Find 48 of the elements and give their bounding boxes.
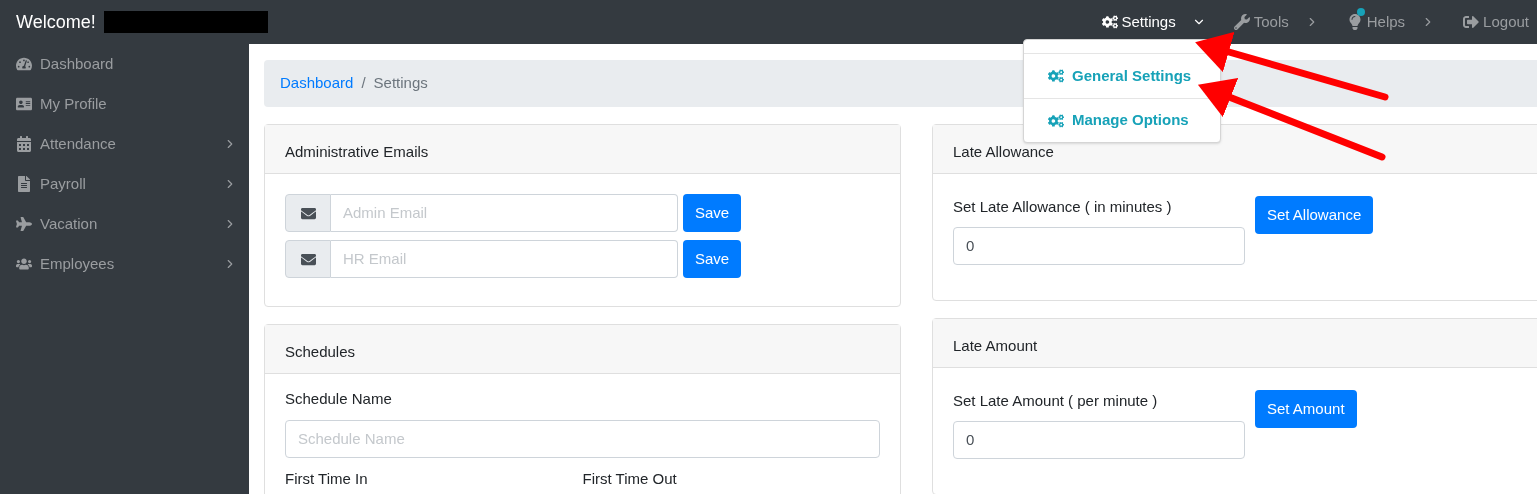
field-label: First Time Out: [582, 468, 678, 489]
card-title: Late Amount: [953, 335, 1038, 356]
calendar-icon: [16, 136, 32, 152]
number-field[interactable]: 0: [953, 226, 1245, 265]
envelope-icon: [300, 205, 316, 221]
wrench-icon: [1233, 14, 1250, 30]
schedule-name-field[interactable]: Schedule Name: [285, 419, 880, 458]
users-icon: [16, 256, 32, 272]
breadcrumb-link[interactable]: Dashboard: [280, 72, 354, 95]
set-button[interactable]: Set Amount: [1255, 390, 1357, 428]
field-label: Schedule Name: [285, 389, 393, 409]
number-field[interactable]: 0: [953, 420, 1245, 459]
plane-icon: [16, 216, 32, 232]
sidebar-item[interactable]: Dashboard: [0, 44, 249, 84]
dashboard-icon: [16, 56, 32, 72]
save-button[interactable]: Save: [683, 194, 742, 232]
field-label: Set Late Amount ( per minute ): [953, 391, 1159, 411]
email-field[interactable]: Admin Email: [331, 194, 678, 232]
card-title: Schedules: [285, 341, 356, 362]
sidebar-item[interactable]: Payroll: [0, 164, 249, 204]
nav-menu-item[interactable]: Tools: [1233, 10, 1319, 34]
card-title: Administrative Emails: [285, 141, 429, 162]
lightbulb-icon: [1346, 14, 1363, 30]
field-label: Set Late Allowance ( in minutes ): [953, 197, 1173, 217]
nav-menu-item[interactable]: Helps: [1346, 10, 1436, 34]
card-title: Late Allowance: [953, 141, 1054, 162]
dropdown-item[interactable]: General Settings: [1048, 64, 1192, 88]
settings-icon: [1048, 68, 1064, 84]
welcome-text: Welcome!: [16, 10, 96, 34]
id-card-icon: [16, 96, 32, 112]
nav-menu-item[interactable]: Logout: [1463, 10, 1529, 34]
sidebar-item[interactable]: Attendance: [0, 124, 249, 164]
sidebar-item[interactable]: Employees: [0, 244, 249, 284]
breadcrumb-current: Settings: [373, 73, 428, 94]
sidebar-item[interactable]: Vacation: [0, 204, 249, 244]
field-label: First Time In: [285, 468, 369, 489]
save-button[interactable]: Save: [683, 240, 742, 278]
sidebar-item[interactable]: My Profile: [0, 84, 249, 124]
email-field[interactable]: HR Email: [331, 240, 678, 278]
document-icon: [16, 176, 32, 192]
settings-icon: [1101, 14, 1118, 30]
dropdown-item[interactable]: Manage Options: [1048, 109, 1189, 132]
nav-menu-item[interactable]: Settings: [1101, 10, 1206, 34]
breadcrumb-separator: /: [361, 73, 366, 94]
settings-icon: [1048, 112, 1064, 129]
envelope-icon: [300, 251, 316, 267]
logout-icon: [1463, 14, 1480, 30]
set-button[interactable]: Set Allowance: [1255, 196, 1374, 234]
